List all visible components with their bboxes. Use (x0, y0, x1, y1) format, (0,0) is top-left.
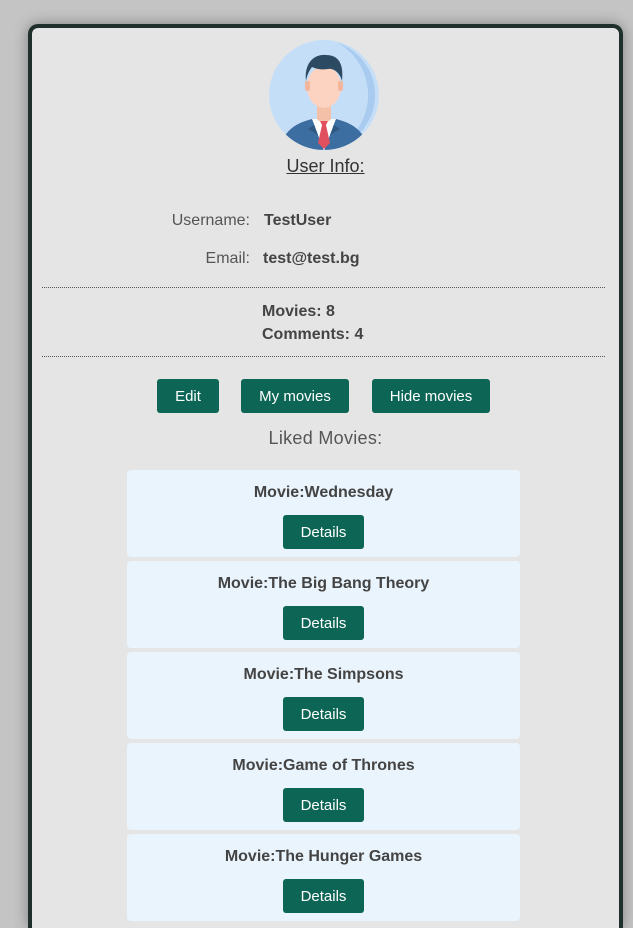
liked-movies-list: Movie:Wednesday Details Movie:The Big Ba… (127, 470, 520, 925)
movie-title: Movie:The Simpsons (243, 666, 404, 683)
hide-movies-button[interactable]: Hide movies (372, 379, 490, 413)
movie-details-button[interactable]: Details (283, 697, 364, 731)
divider-top (42, 287, 605, 288)
username-value: TestUser (264, 212, 332, 229)
profile-card: User Info: Username: TestUser Email: tes… (28, 24, 623, 928)
movie-card: Movie:Wednesday Details (127, 470, 520, 557)
movie-title: Movie:Wednesday (253, 484, 394, 501)
movie-details-button[interactable]: Details (283, 606, 364, 640)
movie-title: Movie:The Big Bang Theory (217, 575, 430, 592)
movie-card: Movie:The Hunger Games Details (127, 834, 520, 921)
user-stats: Movies: 8 Comments: 4 (262, 300, 363, 346)
edit-button[interactable]: Edit (157, 379, 219, 413)
movie-card: Movie:Game of Thrones Details (127, 743, 520, 830)
user-avatar-icon (269, 40, 379, 150)
email-value: test@test.bg (263, 250, 360, 267)
movie-details-button[interactable]: Details (283, 879, 364, 913)
movie-title: Movie:Game of Thrones (232, 757, 415, 774)
movie-details-button[interactable]: Details (283, 788, 364, 822)
movie-card: Movie:The Big Bang Theory Details (127, 561, 520, 648)
my-movies-button[interactable]: My movies (241, 379, 349, 413)
divider-bottom (42, 356, 605, 357)
user-info-heading: User Info: (286, 156, 365, 176)
liked-movies-heading: Liked Movies: (268, 428, 383, 448)
email-label: Email: (205, 250, 250, 267)
movie-title: Movie:The Hunger Games (224, 848, 423, 865)
username-label: Username: (171, 212, 250, 229)
movies-count: Movies: 8 (262, 303, 335, 320)
comments-count: Comments: 4 (262, 326, 364, 343)
movie-details-button[interactable]: Details (283, 515, 364, 549)
movie-card: Movie:The Simpsons Details (127, 652, 520, 739)
